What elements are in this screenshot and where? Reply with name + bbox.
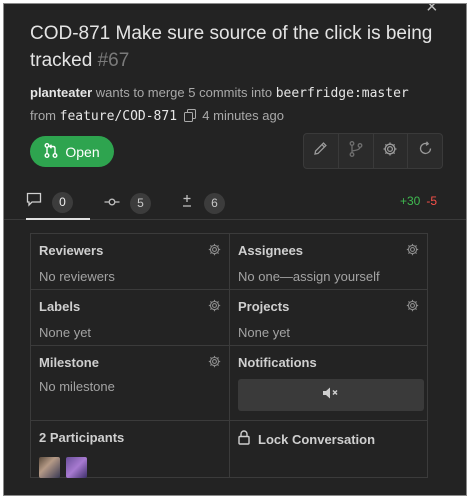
settings-button[interactable]: [374, 134, 409, 168]
milestone-value: No milestone: [39, 379, 115, 394]
gear-icon[interactable]: [406, 299, 419, 317]
pencil-icon: [313, 141, 328, 161]
diff-stat: +30 -5: [400, 194, 437, 208]
deletions-count: -5: [426, 194, 438, 208]
time-ago: 4 minutes ago: [202, 108, 284, 123]
sidebar-grid: Reviewers No reviewers Assignees No one—…: [30, 233, 428, 478]
mute-toggle-button[interactable]: [238, 379, 424, 411]
participants-section: 2 Participants: [31, 421, 230, 478]
head-branch[interactable]: feature/COD-871: [60, 109, 177, 124]
branch-icon: [349, 140, 363, 162]
milestone-heading: Milestone: [39, 355, 99, 370]
participants-avatars: [39, 457, 87, 478]
gear-icon[interactable]: [208, 355, 221, 373]
gear-icon[interactable]: [208, 243, 221, 261]
speaker-muted-icon: [322, 386, 340, 405]
projects-value: None yet: [238, 325, 291, 340]
plus-minus-icon: [180, 194, 194, 213]
pr-tabs: 0 5 6: [4, 186, 466, 220]
pull-request-icon: [44, 142, 58, 161]
commit-icon: [104, 194, 120, 212]
author-link[interactable]: planteater: [30, 85, 92, 100]
milestone-section[interactable]: Milestone No milestone: [31, 346, 230, 421]
pr-meta: planteater wants to merge 5 commits into…: [30, 82, 460, 129]
avatar[interactable]: [66, 457, 87, 478]
notifications-heading: Notifications: [238, 355, 317, 370]
lock-conversation-label: Lock Conversation: [258, 431, 376, 447]
branch-button[interactable]: [339, 134, 374, 168]
pr-number[interactable]: #67: [98, 50, 130, 71]
gear-icon: [382, 141, 398, 162]
tab-commits[interactable]: 5: [104, 186, 151, 220]
tab-conversation[interactable]: 0: [26, 186, 90, 220]
refresh-icon: [418, 141, 433, 161]
reviewers-heading: Reviewers: [39, 243, 104, 258]
reviewers-value: No reviewers: [39, 269, 115, 284]
lock-conversation-button[interactable]: Lock Conversation: [238, 430, 375, 448]
assignees-heading: Assignees: [238, 243, 304, 258]
files-count: 6: [204, 192, 225, 214]
additions-count: +30: [400, 194, 421, 208]
assignees-section[interactable]: Assignees No one—assign yourself: [230, 234, 427, 290]
pr-toolbar: [303, 133, 443, 169]
close-icon[interactable]: ×: [426, 4, 438, 17]
gear-icon[interactable]: [406, 243, 419, 261]
reviewers-section[interactable]: Reviewers No reviewers: [31, 234, 230, 290]
comment-icon: [26, 192, 42, 212]
edit-button[interactable]: [304, 134, 339, 168]
projects-heading: Projects: [238, 299, 290, 314]
notifications-section: Notifications: [230, 346, 427, 421]
lock-conversation-section[interactable]: Lock Conversation: [230, 421, 427, 477]
projects-section[interactable]: Projects None yet: [230, 290, 427, 346]
merge-text: wants to merge 5 commits into: [95, 85, 273, 100]
copy-icon[interactable]: [183, 107, 196, 129]
avatar[interactable]: [39, 457, 60, 478]
labels-heading: Labels: [39, 299, 81, 314]
participants-heading: 2 Participants: [39, 430, 125, 445]
pr-title: COD-871 Make sure source of the click is…: [30, 20, 450, 74]
commits-count: 5: [130, 192, 151, 214]
base-branch[interactable]: beerfridge:master: [276, 86, 409, 101]
refresh-button[interactable]: [408, 134, 442, 168]
gear-icon[interactable]: [208, 299, 221, 317]
pr-panel: × COD-871 Make sure source of the click …: [3, 3, 467, 496]
assign-yourself-link[interactable]: No one—assign yourself: [238, 269, 380, 284]
open-status-button[interactable]: Open: [30, 136, 114, 167]
pr-title-text: COD-871 Make sure source of the click is…: [30, 23, 433, 71]
lock-icon: [238, 430, 250, 448]
tab-files[interactable]: 6: [180, 186, 225, 220]
open-status-label: Open: [65, 143, 100, 160]
comments-count: 0: [52, 191, 73, 213]
from-text: from: [30, 108, 56, 123]
labels-section[interactable]: Labels None yet: [31, 290, 230, 346]
labels-value: None yet: [39, 325, 92, 340]
